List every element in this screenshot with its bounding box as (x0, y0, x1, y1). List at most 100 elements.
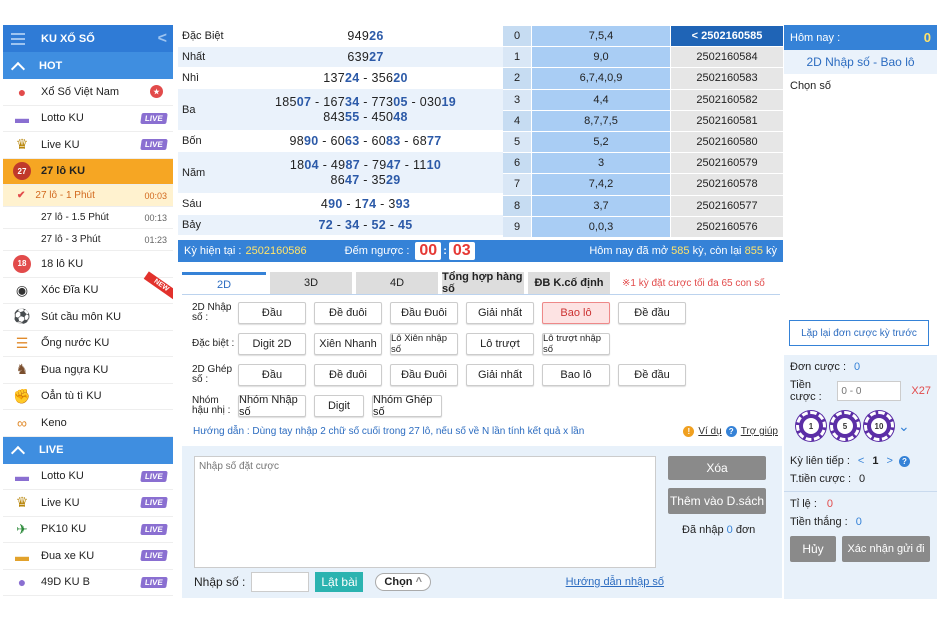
history-row[interactable]: 1 9,0 2502160584 (503, 47, 783, 69)
live-item-label: PK10 KU (41, 523, 87, 536)
history-row[interactable]: 6 3 2502160579 (503, 153, 783, 175)
history-row[interactable]: 0 7,5,4 < 2502160585 (503, 26, 783, 48)
bet-type-button[interactable]: Digit 2D (238, 333, 306, 355)
help-link[interactable]: Trợ giúp (741, 426, 778, 437)
sidebar-item-2[interactable]: ♛ Live KU LIVE (3, 132, 173, 159)
bet-type-button[interactable]: Đề đuôi (314, 364, 382, 386)
number-segment: - (332, 217, 345, 232)
sidebar-item-6[interactable]: ⚽ Sút cầu môn KU (3, 304, 173, 331)
history-row[interactable]: 5 5,2 2502160580 (503, 131, 783, 154)
number-segment: 63 (344, 133, 360, 148)
number-segment: 87 (345, 157, 360, 172)
example-link[interactable]: Ví dụ (698, 426, 721, 437)
bet-type-button[interactable]: Lô trượt nhập số (542, 333, 610, 355)
input-guide-link[interactable]: Hướng dẫn nhập số (566, 576, 664, 588)
history-index: 8 (503, 195, 531, 216)
live-item-2[interactable]: ✈ PK10 KU LIVE (3, 516, 173, 543)
bet-type-button[interactable]: Đề đuôi (314, 302, 382, 324)
sidebar-subitem-1[interactable]: 27 lô - 1.5 Phút 00:13 (3, 207, 173, 229)
bet-type-button[interactable]: Đầu Đuôi (390, 302, 458, 324)
entered-label: Đã nhập (682, 524, 724, 536)
history-row[interactable]: 4 8,7,7,5 2502160581 (503, 110, 783, 132)
bet-type-button[interactable]: Đề đầu (618, 302, 686, 324)
chevron-down-icon[interactable]: ⌄ (898, 418, 910, 435)
tab-summary[interactable]: Tổng hợp hàng số (442, 271, 524, 295)
bet-type-button[interactable]: Đầu Đuôi (390, 364, 458, 386)
history-row[interactable]: 2 6,7,4,0,9 2502160583 (503, 68, 783, 90)
sidebar: KU XỔ SỐ < HOT ● Xổ Số Việt Nam ★ ▬ Lotto KU… (3, 25, 173, 599)
bet-type-button[interactable]: Nhóm Ghép số (372, 394, 442, 418)
bet-type-button[interactable]: Nhóm Nhập số (238, 394, 306, 418)
history-values: 5,2 (532, 131, 670, 153)
sidebar-item-10[interactable]: ∞ Keno (3, 410, 173, 437)
stake-input[interactable] (837, 381, 902, 401)
bet-type-button[interactable]: Bao lô (542, 364, 610, 386)
history-row[interactable]: 8 3,7 2502160577 (503, 195, 783, 217)
add-to-list-button[interactable]: Thêm vào D.sách (668, 488, 766, 514)
live-item-1[interactable]: ♛ Live KU LIVE (3, 490, 173, 517)
number-segment: 27 (369, 49, 384, 64)
caret-up-icon (10, 61, 26, 76)
live-item-4[interactable]: ● 49D KU B LIVE (3, 569, 173, 596)
sidebar-subitem-0[interactable]: ✔ 27 lô - 1 Phút 00:03 (3, 185, 173, 207)
bet-type-button[interactable]: Digit (314, 395, 364, 417)
increment-icon[interactable]: > (886, 455, 892, 467)
sidebar-item-3[interactable]: 27 27 lô KU (3, 158, 173, 185)
bet-type-button[interactable]: Lô Xiên nhập số (390, 333, 458, 355)
sidebar-item-9[interactable]: ✊ Oẳn tù tì KU (3, 383, 173, 410)
sidebar-header: KU XỔ SỐ < (3, 25, 173, 52)
lottery-balls-icon: ● (17, 83, 27, 100)
cancel-button[interactable]: Hủy (790, 536, 836, 562)
menu-icon[interactable] (11, 32, 25, 45)
sidebar-subitem-2[interactable]: 27 lô - 3 Phút 01:23 (3, 229, 173, 251)
tab-2d[interactable]: 2D (182, 272, 266, 294)
sidebar-item-8[interactable]: ♞ Đua ngựa KU (3, 357, 173, 384)
sidebar-item-1[interactable]: ▬ Lotto KU LIVE (3, 105, 173, 132)
live-item-0[interactable]: ▬ Lotto KU LIVE (3, 463, 173, 490)
bet-numbers-textarea[interactable] (194, 456, 656, 568)
chip-10[interactable]: 10 (864, 411, 894, 441)
bet-type-button[interactable]: Đầu (238, 364, 306, 386)
bet-type-button[interactable]: Bao lô (542, 302, 610, 324)
repeat-last-bet-button[interactable]: Lặp lại đơn cược kỳ trước (789, 320, 929, 346)
number-segment: 07 (296, 94, 312, 109)
sidebar-item-0[interactable]: ● Xổ Số Việt Nam ★ (3, 79, 173, 106)
number-segment: 137 (323, 70, 345, 85)
bet-type-button[interactable]: Đầu (238, 302, 306, 324)
confirm-button[interactable]: Xác nhận gửi đi (842, 536, 930, 562)
tab-db-fixed[interactable]: ĐB K.cố định (528, 272, 610, 294)
number-segment: - 60 (359, 133, 387, 148)
history-round: 2502160579 (671, 153, 783, 174)
chip-1[interactable]: 1 (796, 411, 826, 441)
sidebar-item-5[interactable]: ◉ Xóc Đĩa KU NEW (3, 270, 173, 304)
collapse-icon[interactable]: < (158, 30, 167, 48)
section-hot[interactable]: HOT (3, 52, 173, 79)
bet-type-button[interactable]: Lô trượt (466, 333, 534, 355)
tab-3d[interactable]: 3D (270, 272, 352, 294)
bet-type-button[interactable]: Xiên Nhanh (314, 333, 382, 355)
number-input[interactable] (251, 572, 310, 592)
number-segment: - 60 (318, 133, 345, 148)
history-row[interactable]: 3 4,4 2502160582 (503, 89, 783, 111)
history-round: 2502160584 (671, 47, 783, 68)
prize-name: Bảy (182, 219, 201, 231)
choose-dropdown[interactable]: Chọn ^ (375, 573, 432, 591)
bet-type-button[interactable]: Đề đầu (618, 364, 686, 386)
bet-type-button[interactable]: Giải nhất (466, 364, 534, 386)
group-label: 2D Ghép số : (192, 364, 233, 385)
sidebar-item-7[interactable]: ☰ Ống nước KU (3, 330, 173, 357)
number-segment: 24 (344, 70, 360, 85)
history-row[interactable]: 7 7,4,2 2502160578 (503, 174, 783, 196)
section-live[interactable]: LIVE (3, 436, 173, 464)
chip-5[interactable]: 5 (830, 411, 860, 441)
bet-type-button[interactable]: Giải nhất (466, 302, 534, 324)
history-row[interactable]: 9 0,0,3 2502160576 (503, 216, 783, 238)
decrement-icon[interactable]: < (858, 455, 864, 467)
live-item-3[interactable]: ▬ Đua xe KU LIVE (3, 543, 173, 570)
flip-button[interactable]: Lật bài (315, 572, 364, 592)
tab-4d[interactable]: 4D (356, 272, 438, 294)
help-icon[interactable]: ? (898, 455, 910, 467)
live-badge: LIVE (140, 139, 168, 151)
prize-line: 18507 - 16734 - 77305 - 03019 (228, 95, 503, 110)
clear-button[interactable]: Xóa (668, 456, 766, 480)
